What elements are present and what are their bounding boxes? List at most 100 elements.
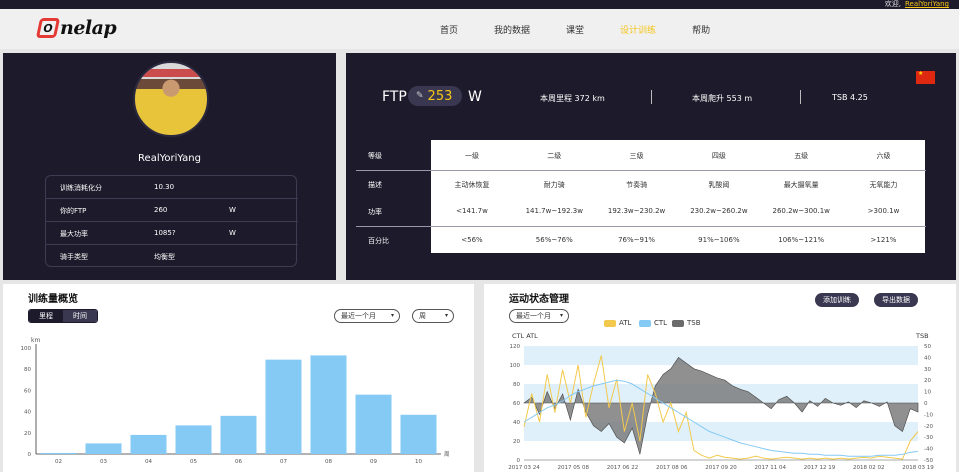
left-axis-label: CTL ATL (512, 332, 538, 340)
bar (220, 415, 257, 454)
row-label-percent: 百分比 (368, 237, 389, 245)
x-tick-label: 03 (100, 459, 107, 465)
edit-icon[interactable]: ✎ (416, 91, 424, 101)
zone-description: 主动休恢复 (454, 181, 490, 189)
nav-home[interactable]: 首页 (440, 23, 458, 36)
divider (800, 90, 801, 104)
info-row: 最大功率 1085? W (46, 222, 298, 245)
zone-level: 二级 (547, 152, 562, 160)
bar (265, 359, 302, 454)
info-label: 最大功率 (60, 230, 88, 238)
right-axis-label: TSB (915, 332, 929, 340)
y-tick-label: 60 (24, 388, 31, 394)
x-tick-label: 2018 02 02 (853, 465, 885, 471)
ftp-panel: FTP ✎ 253 W 本周里程 372 km 本周爬升 553 m TSB 4… (346, 53, 956, 280)
header: O nelap 首页 我的数据 课堂 设计训练 帮助 (0, 9, 959, 49)
y-tick-label: 100 (21, 346, 32, 352)
nav-design-training[interactable]: 设计训练 (620, 23, 656, 36)
stat-weekly-distance: 本周里程 372 km (540, 94, 605, 103)
avatar-banner (143, 69, 203, 77)
x-tick-label: 2017 12 19 (804, 465, 836, 471)
x-axis-end-label: 周 (444, 451, 450, 458)
right-tick-label: 20 (924, 378, 931, 384)
zone-power: <141.7w (456, 207, 488, 215)
right-tick-label: 50 (924, 344, 931, 350)
y-tick-label: 0 (28, 452, 32, 458)
zone-level: 四级 (711, 152, 726, 160)
bar (175, 425, 212, 454)
bar (355, 394, 392, 454)
zone-level: 五级 (794, 152, 809, 160)
zone-power: >300.1w (867, 207, 900, 215)
row-label-power: 功率 (368, 208, 382, 216)
right-tick-label: -50 (924, 458, 933, 464)
info-row: 训练消耗化分 10.30 (46, 176, 298, 199)
y-tick-label: 80 (24, 367, 31, 373)
nav-help[interactable]: 帮助 (692, 23, 710, 36)
info-unit: W (229, 229, 236, 237)
x-tick-label: 2018 03 19 (902, 465, 934, 471)
profile-panel: RealYoriYang 训练消耗化分 10.30 你的FTP 260 W 最大… (3, 53, 336, 280)
x-tick-label: 07 (280, 459, 287, 465)
zone-power: 192.3w~230.2w (607, 207, 666, 215)
zone-level: 六级 (876, 152, 891, 160)
zone-percent: 56%~76% (535, 236, 573, 244)
right-tick-label: -20 (924, 424, 933, 430)
bar (310, 355, 347, 454)
left-tick-label: 100 (510, 363, 521, 369)
volume-bar-chart: km 0 20 40 60 80 100 02 03 04 05 06 07 08 09 10 周 (21, 337, 450, 465)
left-tick-label: 40 (513, 420, 520, 426)
y-tick-label: 20 (24, 431, 31, 437)
zone-percent: 106%~121% (778, 236, 825, 244)
zone-description: 最大摄氧量 (783, 181, 819, 189)
profile-info-table: 训练消耗化分 10.30 你的FTP 260 W 最大功率 1085? W 骑手… (45, 175, 298, 267)
right-tick-label: 10 (924, 390, 931, 396)
china-flag-icon[interactable] (916, 70, 935, 84)
x-tick-label: 09 (370, 459, 377, 465)
atl-line (523, 355, 919, 460)
x-tick-label: 2017 05 08 (558, 465, 590, 471)
zone-power: 260.2w~300.1w (772, 207, 830, 215)
fitness-status-panel: 运动状态管理 添加训练 导出数据 最近一个月 ▾ ATL CTL TSB CTL … (484, 284, 956, 472)
x-tick-label: 08 (325, 459, 332, 465)
right-tick-label: 0 (924, 401, 928, 407)
zone-level: 一级 (465, 152, 479, 160)
ftp-unit: W (468, 89, 482, 105)
zone-percent: >121% (870, 236, 897, 244)
left-tick-label: 0 (517, 458, 521, 464)
right-tick-label: -30 (924, 435, 933, 441)
ftp-value-field[interactable]: ✎ 253 (408, 86, 462, 106)
welcome-text: 欢迎, RealYoriYang (885, 0, 949, 9)
zone-description: 无氧能力 (869, 181, 898, 189)
x-tick-label: 04 (145, 459, 152, 465)
logo[interactable]: O nelap (35, 17, 117, 39)
info-label: 你的FTP (60, 207, 87, 215)
x-tick-label: 2017 11 04 (755, 465, 787, 471)
zone-power: 141.7w~192.3w (525, 207, 583, 215)
username-link[interactable]: RealYoriYang (905, 0, 949, 8)
power-zones-table: 等级 描述 功率 百分比 一级 二级 三级 四级 五级 六级 主动休恢复 耐力骑 节奏骑 乳酸阈 最… (356, 140, 926, 253)
right-tick-label: 30 (924, 367, 931, 373)
bar (130, 434, 167, 454)
info-value: 260 (154, 206, 168, 214)
row-divider (356, 226, 926, 227)
nav-my-data[interactable]: 我的数据 (494, 23, 530, 36)
profile-username: RealYoriYang (138, 153, 201, 164)
row-divider (356, 170, 926, 171)
left-tick-label: 20 (513, 439, 520, 445)
nav-classroom[interactable]: 课堂 (566, 23, 584, 36)
zone-percent: 76%~91% (618, 236, 656, 244)
x-tick-label: 2017 06 22 (607, 465, 639, 471)
x-tick-label: 2017 03 24 (508, 465, 540, 471)
fitness-line-chart: CTL ATL TSB020406080100120-50-40-30-20-10… (508, 332, 934, 471)
left-tick-label: 60 (513, 401, 520, 407)
zone-description: 乳酸阈 (708, 181, 730, 189)
top-strip: 欢迎, RealYoriYang (0, 0, 959, 9)
bar (400, 414, 437, 454)
avatar[interactable] (133, 61, 209, 137)
zone-description: 耐力骑 (543, 181, 565, 189)
info-row: 你的FTP 260 W (46, 199, 298, 222)
grid-band (524, 422, 918, 441)
x-tick-label: 05 (190, 459, 197, 465)
left-tick-label: 80 (513, 382, 520, 388)
